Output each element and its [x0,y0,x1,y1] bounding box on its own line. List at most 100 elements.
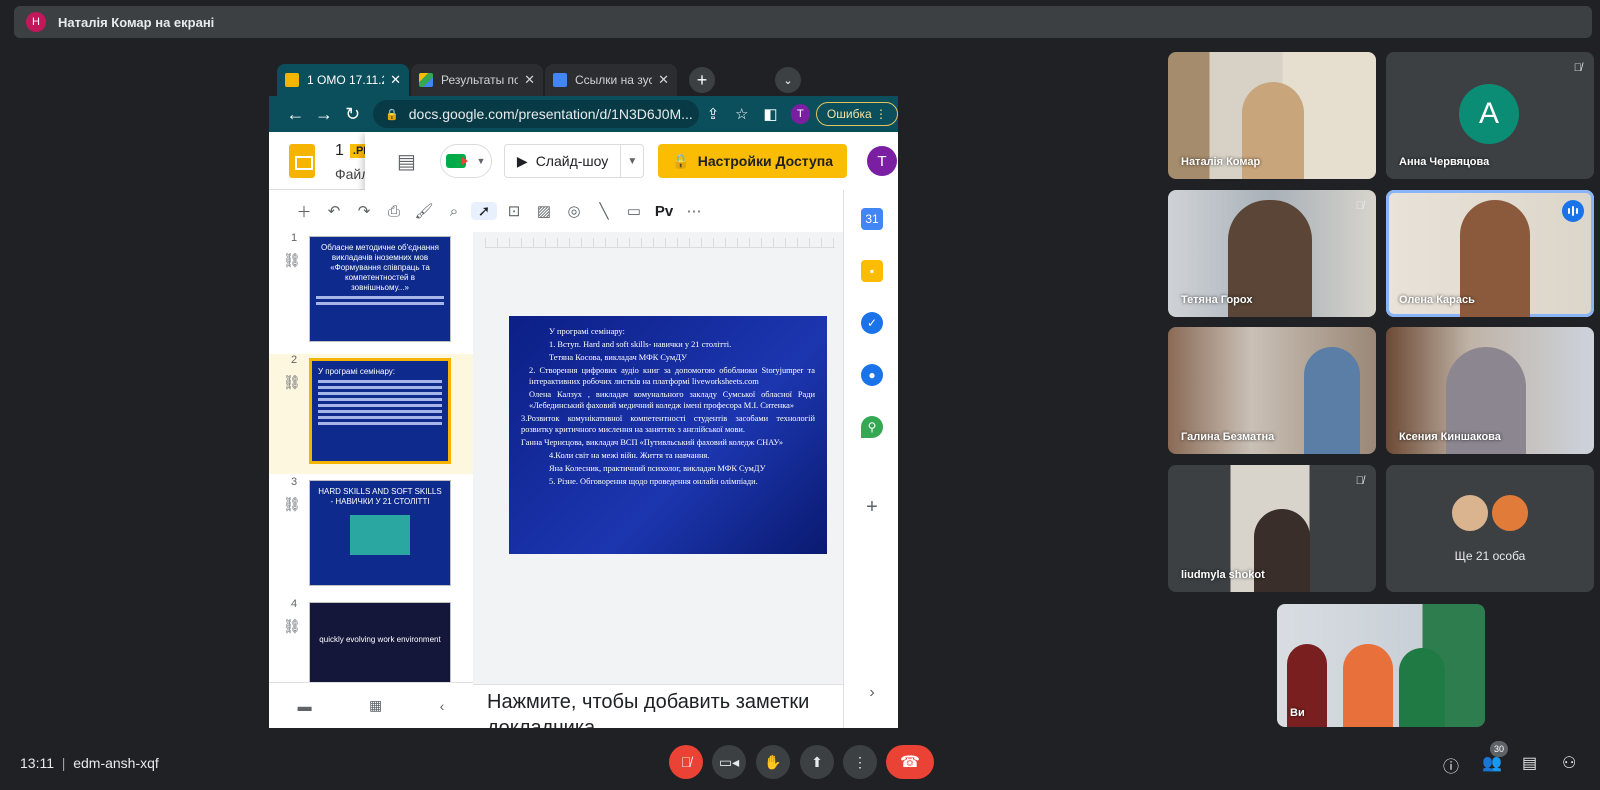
participant-tile[interactable]: Олена Карась [1386,190,1594,317]
activities-icon[interactable]: ⚇ [1562,753,1576,773]
meet-icon [446,154,469,168]
slide-thumbnail[interactable]: quickly evolving work environment [309,602,451,682]
star-icon[interactable]: ☆ [727,105,756,123]
presenter-label: Наталія Комар на екрані [58,14,215,30]
participant-tile[interactable]: Наталія Комар [1168,52,1376,179]
calendar-icon[interactable]: 31 [861,208,883,230]
participant-tile[interactable]: A 🎙̸ Анна Червяцова [1386,52,1594,179]
participant-avatar: A [1459,84,1519,144]
tasks-icon[interactable]: ✓ [861,312,883,334]
chevron-right-icon[interactable]: › [861,682,883,704]
slide-thumbnail[interactable]: Обласне методичне об'єднання викладачів … [309,236,451,342]
add-addon-icon[interactable]: + [861,496,883,518]
participant-tile[interactable]: 🎙̸ Тетяна Горох [1168,190,1376,317]
participant-video [1343,644,1393,727]
access-label: Настройки Доступа [697,153,833,169]
filmstrip-item[interactable]: 1 ⛓ Обласне методичне об'єднання виклада… [269,232,473,352]
print-icon[interactable]: ⎙ [381,203,407,220]
current-slide[interactable]: У програмі семінару: 1. Вступ. Hard and … [509,316,827,554]
raise-hand-button[interactable]: ✋ [756,745,790,779]
new-tab-button[interactable]: + [689,67,715,93]
profile-avatar[interactable]: T [790,104,810,124]
slides-toolbar: ＋ ↶ ↷ ⎙ 🖌 ⌕ ➚ ⊡ ▨ ◎ ╲ ▭ Pv ⋯ [269,190,898,232]
user-avatar[interactable]: T [867,146,897,176]
participant-tile[interactable]: Галина Безматна [1168,327,1376,454]
close-icon[interactable]: ✕ [658,72,669,88]
filmstrip-view-icon[interactable]: ▬ [298,698,312,714]
microphone-toggle-button[interactable]: 🎙̸ [669,745,703,779]
participant-name: Олена Карась [1399,294,1475,306]
thumbnail-title: quickly evolving work environment [319,635,441,644]
participant-video [1399,648,1445,727]
side-panel-icon[interactable]: ◧ [756,105,785,123]
tab-search-button[interactable]: ⌄ [775,67,801,93]
filmstrip-controls: ▬ ▦ ‹ [269,682,473,728]
participant-tile[interactable]: Ксения Киншакова [1386,327,1594,454]
filmstrip-item[interactable]: 4 ⛓ quickly evolving work environment [269,598,473,682]
participant-name: liudmyla shokot [1181,569,1265,581]
drive-icon [419,73,433,87]
undo-icon[interactable]: ↶ [321,202,347,220]
self-view-tile[interactable]: Ви [1277,604,1485,727]
reload-icon[interactable]: ↻ [338,104,367,125]
close-icon[interactable]: ✕ [524,72,535,88]
presenter-avatar: Н [26,12,46,32]
camera-toggle-button[interactable]: ▭◂ [712,745,746,779]
slide-thumbnail[interactable]: У програмі семінару: [309,358,451,464]
chevron-left-icon[interactable]: ‹ [440,698,445,714]
comment-history-icon[interactable]: ▤ [397,149,416,174]
slide-line: 1. Вступ. Hard and soft skills- навички … [549,340,732,349]
keep-icon[interactable]: ▪ [861,260,883,282]
slides-logo-icon[interactable] [289,144,315,178]
link-icon: ⛓ [283,374,301,390]
meet-button[interactable]: ▼ [439,144,492,178]
paint-format-icon[interactable]: 🖌 [411,202,437,220]
select-pointer-icon[interactable]: ➚ [471,202,497,220]
browser-tab-links[interactable]: Ссылки на зус ✕ [545,64,677,96]
more-participants-tile[interactable]: Ще 21 особа [1386,465,1594,592]
back-icon[interactable]: ← [281,104,310,125]
thumbnail-title: HARD SKILLS AND SOFT SKILLS - НАВИЧКИ У … [318,487,442,506]
text-style-button[interactable]: Pv [651,203,677,220]
chevron-down-icon: ▼ [476,156,486,166]
link-icon: ⛓ [283,496,301,512]
leave-call-button[interactable]: ☎ [886,745,934,779]
error-button[interactable]: Ошибка ⋮ [815,102,898,126]
grid-view-icon[interactable]: ▦ [369,697,382,714]
line-icon[interactable]: ╲ [591,202,617,220]
redo-icon[interactable]: ↷ [351,202,377,220]
more-vert-icon: ⋮ [853,753,867,770]
present-button[interactable]: ⬆ [800,745,834,779]
participant-tile[interactable]: 🎙̸ liudmyla shokot [1168,465,1376,592]
more-options-button[interactable]: ⋮ [843,745,877,779]
chat-icon[interactable]: ▤ [1522,753,1537,773]
share-access-button[interactable]: 🔒 Настройки Доступа [658,144,847,178]
text-box-icon[interactable]: ⊡ [501,202,527,220]
mic-off-icon: 🎙̸ [1573,62,1582,74]
maps-icon[interactable]: ⚲ [861,416,883,438]
browser-tab-results[interactable]: Результаты по ✕ [411,64,543,96]
slideshow-button[interactable]: ▶ Слайд-шоу ▼ [503,144,645,178]
filmstrip-item[interactable]: 2 ⛓ У програмі семінару: [269,354,473,474]
zoom-icon[interactable]: ⌕ [441,203,467,220]
browser-tab-slides[interactable]: 1 ОМО 17.11.2 ✕ [277,64,409,96]
close-icon[interactable]: ✕ [390,72,401,88]
browser-tab-strip: 1 ОМО 17.11.2 ✕ Результаты по ✕ Ссылки н… [269,52,898,96]
new-slide-icon[interactable]: ＋ [291,201,317,222]
share-icon[interactable]: ⇪ [699,105,728,123]
speaker-notes[interactable]: Нажмите, чтобы добавить заметки докладчи… [473,684,843,728]
shape-icon[interactable]: ◎ [561,202,587,220]
contacts-icon[interactable]: ● [861,364,883,386]
meeting-details-icon[interactable]: ⓘ [1443,753,1459,777]
url-input[interactable]: 🔒 docs.google.com/presentation/d/1N3D6J0… [373,100,699,128]
filmstrip-item[interactable]: 3 ⛓ HARD SKILLS AND SOFT SKILLS - НАВИЧК… [269,476,473,596]
slide-thumbnail[interactable]: HARD SKILLS AND SOFT SKILLS - НАВИЧКИ У … [309,480,451,586]
more-icon[interactable]: ⋯ [681,202,707,220]
presentation-banner: Н Наталія Комар на екрані [14,6,1592,38]
participant-name: Галина Безматна [1181,431,1275,443]
comment-icon[interactable]: ▭ [621,202,647,220]
url-text: docs.google.com/presentation/d/1N3D6J0M.… [408,106,693,122]
image-icon[interactable]: ▨ [531,202,557,220]
forward-icon[interactable]: → [310,104,339,125]
chevron-down-icon[interactable]: ▼ [621,156,643,167]
